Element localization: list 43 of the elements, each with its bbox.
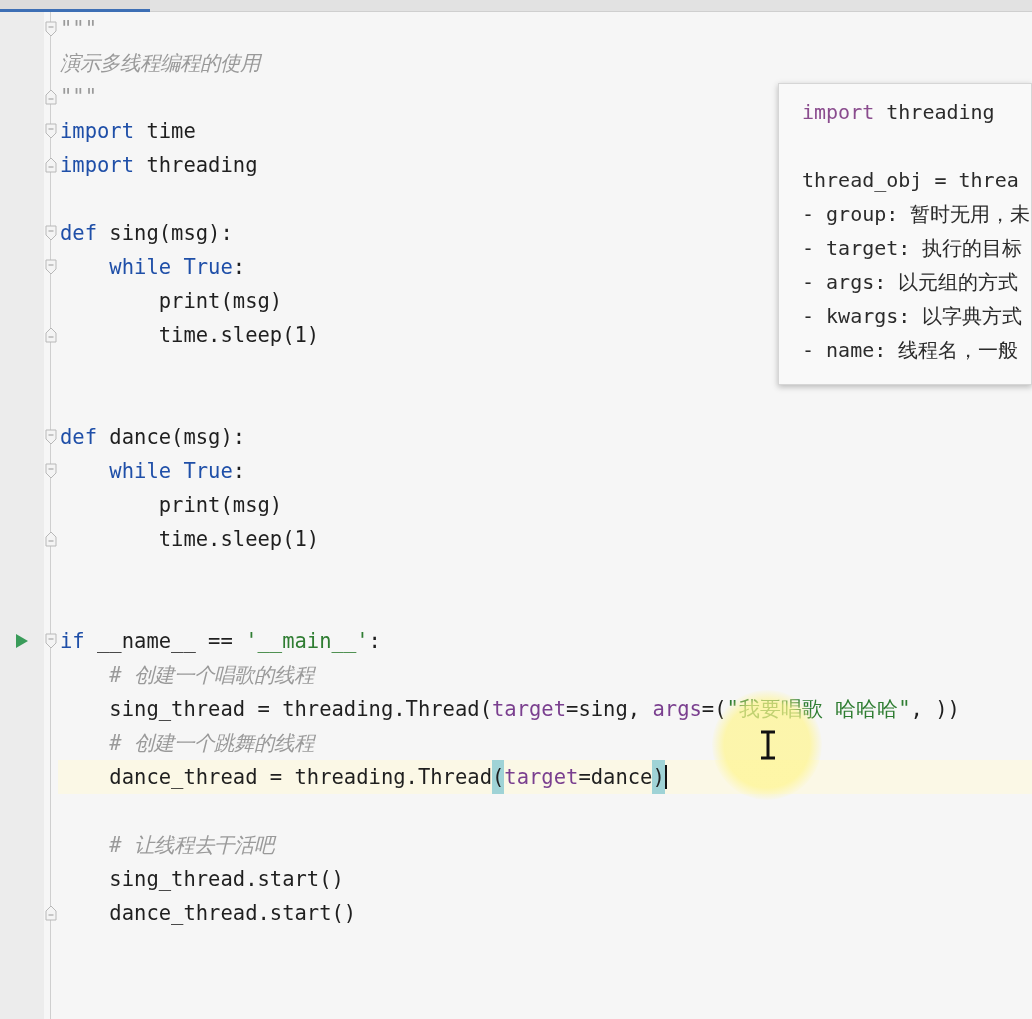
code-line: sing_thread.start() (108, 866, 344, 893)
code-line: # 创建一个跳舞的线程 (108, 730, 315, 757)
code-line: time.sleep(1) (157, 526, 320, 553)
code-line: # 让线程去干活吧 (108, 832, 275, 859)
code-line: # 创建一个唱歌的线程 (108, 662, 315, 689)
doc-line: - target: 执行的目标 (802, 235, 1023, 262)
code-line: """ (59, 16, 98, 43)
run-icon[interactable] (16, 634, 28, 648)
fold-icon[interactable] (45, 463, 57, 479)
doc-line: - group: 暂时无用，未 (802, 201, 1031, 228)
doc-line: - kwargs: 以字典方式 (802, 303, 1023, 330)
fold-icon[interactable] (45, 905, 57, 921)
code-line: """ (59, 84, 98, 111)
fold-icon[interactable] (45, 633, 57, 649)
fold-icon[interactable] (45, 531, 57, 547)
code-line: time.sleep(1) (157, 322, 320, 349)
fold-icon[interactable] (45, 225, 57, 241)
code-line: sing_thread = threading.Thread(target=sing, args=("我要唱歌 哈哈哈", )) (108, 696, 960, 723)
doc-line: - name: 线程名，一般 (802, 337, 1019, 364)
fold-icon[interactable] (45, 429, 57, 445)
code-line: dance_thread.start() (108, 900, 357, 927)
code-line: while True: (108, 254, 246, 281)
editor-tab[interactable] (0, 0, 150, 12)
code-line: while True: (108, 458, 246, 485)
code-line: import threading (59, 152, 258, 179)
code-line: def sing(msg): (59, 220, 233, 247)
fold-icon[interactable] (45, 123, 57, 139)
code-line: print(msg) (157, 492, 283, 519)
doc-line: thread_obj = threa (802, 167, 1019, 194)
code-line: print(msg) (157, 288, 283, 315)
code-line: dance_thread = threading.Thread(target=dance) (58, 760, 667, 794)
code-line: 演示多线程编程的使用 (59, 50, 260, 77)
fold-icon[interactable] (45, 327, 57, 343)
code-line: def dance(msg): (59, 424, 246, 451)
code-line: import time (59, 118, 196, 145)
text-cursor-icon (759, 730, 777, 760)
fold-icon[interactable] (45, 89, 57, 105)
fold-icon[interactable] (45, 21, 57, 37)
doc-line: import threading (802, 99, 995, 126)
doc-line: - args: 以元组的方式 (802, 269, 1019, 296)
fold-icon[interactable] (45, 157, 57, 173)
fold-icon[interactable] (45, 259, 57, 275)
code-line: if __name__ == '__main__': (59, 628, 381, 655)
